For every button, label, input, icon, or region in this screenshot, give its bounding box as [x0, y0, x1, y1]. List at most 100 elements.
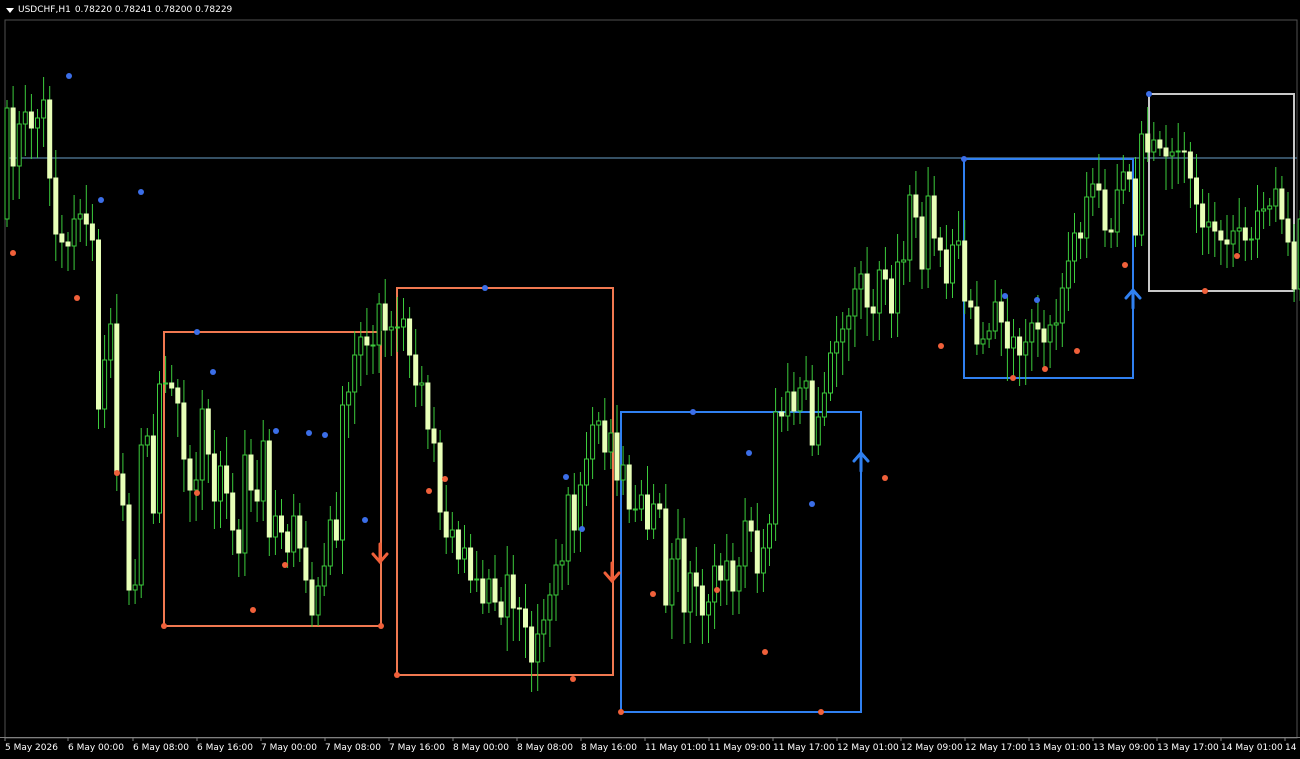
candle-body: [919, 216, 925, 270]
candle-body: [437, 442, 443, 513]
candle: [907, 185, 913, 282]
candle: [175, 379, 181, 437]
x-tick-label: 12 May 17:00: [965, 743, 1027, 753]
candle: [480, 560, 486, 614]
candle-body: [620, 464, 626, 481]
candle-body: [28, 111, 34, 129]
candle-body: [809, 380, 815, 446]
candle: [22, 85, 28, 156]
x-tick-label: 6 May 08:00: [133, 743, 189, 753]
candle: [266, 429, 272, 556]
candle-body: [65, 241, 71, 247]
candle-body: [77, 213, 83, 220]
candle: [919, 202, 925, 289]
candle: [590, 407, 596, 479]
candle: [541, 599, 547, 662]
candle-body: [510, 574, 516, 609]
candle: [1255, 185, 1260, 258]
swing-low-dot: [762, 649, 768, 655]
candle: [1187, 142, 1193, 208]
candle: [333, 492, 339, 548]
candle-body: [736, 565, 742, 592]
candle: [1065, 232, 1071, 311]
candle: [413, 329, 419, 407]
candle-body: [419, 382, 425, 386]
candle: [1236, 198, 1242, 253]
candle-body: [1212, 221, 1218, 232]
bullish-range-box-1: [620, 411, 862, 713]
candle: [657, 493, 663, 518]
candle-body: [1157, 139, 1163, 149]
candle-body: [1126, 171, 1132, 180]
candle: [157, 371, 162, 523]
candle-body: [114, 323, 120, 475]
candle-body: [297, 515, 303, 549]
candle-body: [1078, 232, 1084, 239]
candle-body: [315, 585, 321, 616]
candle: [1102, 169, 1108, 247]
candle-body: [211, 453, 217, 502]
candle-body: [1194, 177, 1199, 205]
candle: [669, 543, 675, 639]
candle-body: [163, 382, 169, 385]
candle: [950, 229, 955, 298]
candle-body: [102, 359, 108, 410]
swing-low-dot: [114, 470, 120, 476]
candle-body: [980, 338, 986, 345]
swing-high-dot: [563, 474, 569, 480]
candle: [803, 356, 809, 400]
candle: [1126, 164, 1132, 192]
swing-low-dot: [1202, 288, 1208, 294]
candle: [1169, 138, 1175, 189]
x-tick-label: 7 May 16:00: [389, 743, 445, 753]
candle: [547, 583, 553, 647]
candle: [382, 279, 388, 357]
candle-body: [230, 492, 236, 531]
swing-low-dot: [10, 250, 16, 256]
candle: [260, 420, 266, 521]
candle-body: [1017, 336, 1023, 356]
candle: [407, 307, 413, 378]
candle: [150, 414, 156, 524]
x-tick-label: 13 May 09:00: [1093, 743, 1155, 753]
candle-body: [89, 223, 95, 241]
candle-body: [889, 278, 894, 314]
candle: [474, 551, 480, 592]
candle: [1053, 299, 1059, 350]
candle: [510, 555, 516, 641]
candle: [1157, 131, 1163, 156]
swing-high-dot: [322, 432, 328, 438]
candle-body: [205, 408, 211, 455]
candle: [468, 534, 474, 593]
candle-body: [486, 578, 492, 604]
x-tick-label: 7 May 08:00: [325, 743, 381, 753]
candle: [925, 167, 931, 288]
chart-area[interactable]: 5 May 2026 6 May 00:00 6 May 08:00 6 May 16…: [0, 0, 1300, 759]
candle-body: [150, 435, 156, 514]
candle: [83, 185, 89, 246]
candle: [846, 308, 852, 361]
candle: [675, 509, 681, 592]
buy-arrow-icon: [1124, 287, 1142, 310]
candle: [10, 86, 16, 200]
candle-body: [968, 300, 974, 308]
candle-body: [1139, 133, 1145, 236]
candle-body: [687, 572, 693, 613]
candle-body: [834, 341, 840, 354]
candle: [96, 229, 101, 429]
candle-body: [986, 330, 992, 340]
candle-body: [187, 458, 193, 491]
candle: [681, 518, 687, 644]
dropdown-triangle-icon[interactable]: [6, 7, 14, 13]
candle-body: [272, 515, 278, 538]
candle: [687, 561, 693, 643]
candle-body: [41, 99, 47, 119]
candle-body: [431, 428, 437, 444]
candle: [901, 241, 907, 285]
candle-body: [1065, 260, 1071, 289]
price-chart[interactable]: 5 May 2026 6 May 00:00 6 May 08:00 6 May 16…: [0, 0, 1300, 759]
candle: [16, 111, 22, 199]
candle: [571, 473, 577, 553]
candle: [327, 506, 333, 575]
candle: [28, 94, 34, 159]
